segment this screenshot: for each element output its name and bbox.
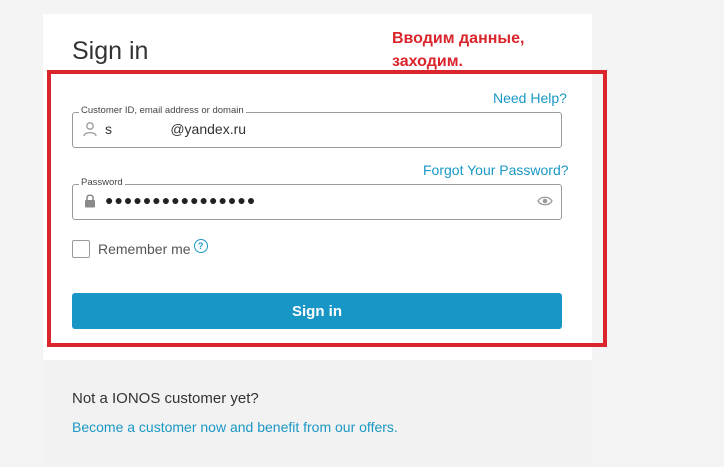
remember-me-checkbox[interactable]	[72, 240, 90, 258]
customer-id-field[interactable]: Customer ID, email address or domain s @…	[72, 105, 562, 148]
remember-me-label[interactable]: Remember me	[98, 241, 191, 257]
forgot-password-link[interactable]: Forgot Your Password?	[423, 162, 569, 178]
password-value: ●●●●●●●●●●●●●●●●	[105, 192, 257, 208]
question-icon[interactable]: ?	[193, 239, 208, 253]
not-customer-heading: Not a IONOS customer yet?	[72, 390, 259, 407]
password-field[interactable]: Password ●●●●●●●●●●●●●●●●	[72, 177, 562, 220]
lock-icon	[82, 193, 98, 209]
sign-in-button[interactable]: Sign in	[72, 293, 562, 329]
remember-me-row: Remember me ?	[72, 239, 208, 258]
eye-icon[interactable]	[537, 194, 553, 210]
password-label: Password	[79, 177, 125, 189]
user-icon	[82, 121, 98, 137]
page-title: Sign in	[72, 37, 149, 65]
become-customer-link[interactable]: Become a customer now and benefit from o…	[72, 419, 398, 435]
customer-id-label: Customer ID, email address or domain	[79, 105, 246, 117]
signup-section	[43, 360, 592, 467]
need-help-link[interactable]: Need Help?	[493, 90, 567, 106]
annotation-text: Вводим данные, заходим.	[392, 30, 525, 70]
customer-id-value: s @yandex.ru	[105, 121, 247, 137]
